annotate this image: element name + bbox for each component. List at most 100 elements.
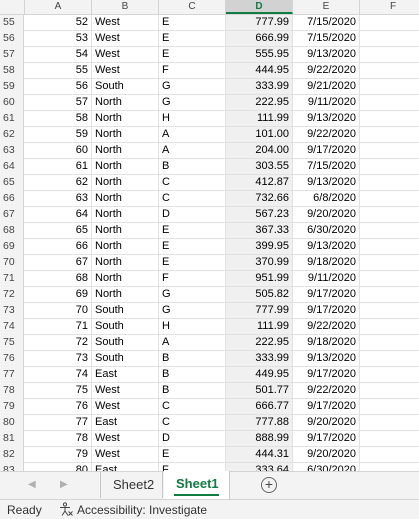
cell-a[interactable]: 78: [25, 431, 92, 446]
cell-c[interactable]: H: [159, 111, 226, 126]
cell-e[interactable]: 9/13/2020: [293, 47, 360, 62]
cell-c[interactable]: E: [159, 447, 226, 462]
cell-d[interactable]: 204.00: [226, 143, 293, 158]
row-header[interactable]: 77: [0, 367, 24, 383]
cell-d[interactable]: 333.99: [226, 79, 293, 94]
cell-f[interactable]: [360, 111, 419, 126]
row-header[interactable]: 69: [0, 239, 24, 255]
cell-f[interactable]: [360, 159, 419, 174]
cell-e[interactable]: 6/8/2020: [293, 191, 360, 206]
cell-e[interactable]: 9/17/2020: [293, 287, 360, 302]
cell-e[interactable]: 9/22/2020: [293, 63, 360, 78]
cell-e[interactable]: 9/11/2020: [293, 95, 360, 110]
cell-f[interactable]: [360, 367, 419, 382]
cell-a[interactable]: 63: [25, 191, 92, 206]
column-header-f[interactable]: F: [360, 0, 419, 14]
cell-a[interactable]: 56: [25, 79, 92, 94]
cell-a[interactable]: 71: [25, 319, 92, 334]
cell-f[interactable]: [360, 95, 419, 110]
cell-d[interactable]: 555.95: [226, 47, 293, 62]
cell-b[interactable]: North: [92, 239, 159, 254]
cell-f[interactable]: [360, 399, 419, 414]
cell-e[interactable]: 6/30/2020: [293, 223, 360, 238]
cell-a[interactable]: 58: [25, 111, 92, 126]
cell-b[interactable]: North: [92, 175, 159, 190]
row-header[interactable]: 81: [0, 431, 24, 447]
cell-b[interactable]: West: [92, 15, 159, 30]
cell-d[interactable]: 101.00: [226, 127, 293, 142]
cell-f[interactable]: [360, 223, 419, 238]
cell-c[interactable]: F: [159, 271, 226, 286]
cell-d[interactable]: 222.95: [226, 95, 293, 110]
cell-f[interactable]: [360, 351, 419, 366]
cell-e[interactable]: 9/13/2020: [293, 239, 360, 254]
row-header[interactable]: 63: [0, 143, 24, 159]
cell-a[interactable]: 75: [25, 383, 92, 398]
cell-e[interactable]: 9/18/2020: [293, 335, 360, 350]
cell-f[interactable]: [360, 415, 419, 430]
cell-e[interactable]: 9/13/2020: [293, 351, 360, 366]
cell-b[interactable]: South: [92, 351, 159, 366]
next-sheet-arrow-icon[interactable]: ▶: [60, 479, 68, 490]
cell-e[interactable]: 9/20/2020: [293, 447, 360, 462]
cell-c[interactable]: F: [159, 463, 226, 471]
cell-a[interactable]: 68: [25, 271, 92, 286]
cell-a[interactable]: 59: [25, 127, 92, 142]
column-header-a[interactable]: A: [25, 0, 92, 14]
cell-c[interactable]: B: [159, 351, 226, 366]
cell-e[interactable]: 7/15/2020: [293, 159, 360, 174]
cell-b[interactable]: West: [92, 63, 159, 78]
spreadsheet-grid[interactable]: A B C D E F 55 52 West E 777.99 7/15/2020 56 53…: [0, 0, 419, 471]
cell-b[interactable]: South: [92, 319, 159, 334]
row-header[interactable]: 76: [0, 351, 24, 367]
cell-b[interactable]: North: [92, 111, 159, 126]
row-header[interactable]: 71: [0, 271, 24, 287]
cell-c[interactable]: G: [159, 303, 226, 318]
cell-b[interactable]: South: [92, 335, 159, 350]
prev-sheet-arrow-icon[interactable]: ◀: [28, 479, 36, 490]
cell-c[interactable]: A: [159, 143, 226, 158]
cell-d[interactable]: 111.99: [226, 319, 293, 334]
row-header[interactable]: 61: [0, 111, 24, 127]
cell-d[interactable]: 501.77: [226, 383, 293, 398]
cell-c[interactable]: B: [159, 367, 226, 382]
cell-c[interactable]: E: [159, 15, 226, 30]
row-header[interactable]: 59: [0, 79, 24, 95]
cell-f[interactable]: [360, 127, 419, 142]
cell-f[interactable]: [360, 63, 419, 78]
cell-b[interactable]: North: [92, 159, 159, 174]
cell-a[interactable]: 76: [25, 399, 92, 414]
cell-a[interactable]: 57: [25, 95, 92, 110]
cell-c[interactable]: A: [159, 127, 226, 142]
row-header[interactable]: 74: [0, 319, 24, 335]
cell-d[interactable]: 444.95: [226, 63, 293, 78]
cell-f[interactable]: [360, 239, 419, 254]
row-header[interactable]: 60: [0, 95, 24, 111]
cell-c[interactable]: C: [159, 399, 226, 414]
row-header[interactable]: 80: [0, 415, 24, 431]
cell-c[interactable]: E: [159, 255, 226, 270]
cell-d[interactable]: 370.99: [226, 255, 293, 270]
cell-a[interactable]: 79: [25, 447, 92, 462]
cell-d[interactable]: 333.99: [226, 351, 293, 366]
cell-b[interactable]: North: [92, 223, 159, 238]
cell-d[interactable]: 951.99: [226, 271, 293, 286]
cell-f[interactable]: [360, 207, 419, 222]
cell-a[interactable]: 73: [25, 351, 92, 366]
cell-c[interactable]: C: [159, 175, 226, 190]
row-header[interactable]: 58: [0, 63, 24, 79]
cell-f[interactable]: [360, 143, 419, 158]
cell-d[interactable]: 333.64: [226, 463, 293, 471]
accessibility-status-text[interactable]: Accessibility: Investigate: [77, 503, 207, 517]
cell-c[interactable]: C: [159, 191, 226, 206]
cell-e[interactable]: 9/22/2020: [293, 127, 360, 142]
cell-b[interactable]: North: [92, 95, 159, 110]
cell-d[interactable]: 505.82: [226, 287, 293, 302]
row-header[interactable]: 64: [0, 159, 24, 175]
cell-e[interactable]: 9/20/2020: [293, 415, 360, 430]
cell-b[interactable]: East: [92, 463, 159, 471]
cell-c[interactable]: H: [159, 319, 226, 334]
cell-d[interactable]: 399.95: [226, 239, 293, 254]
cell-a[interactable]: 52: [25, 15, 92, 30]
cell-f[interactable]: [360, 271, 419, 286]
